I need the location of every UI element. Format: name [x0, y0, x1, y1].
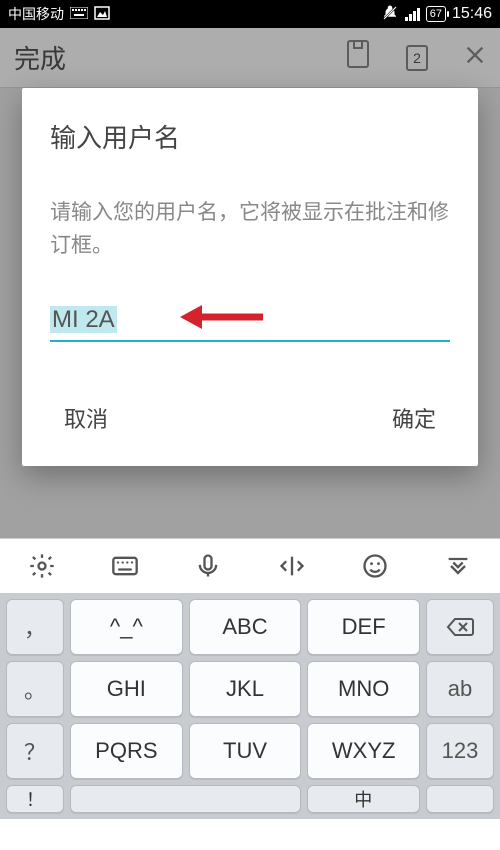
key-lang-zh[interactable]: 中: [307, 785, 420, 813]
dialog-description: 请输入您的用户名，它将被显示在批注和修订框。: [50, 197, 450, 262]
keyboard-switch-icon[interactable]: [98, 552, 152, 580]
soft-keyboard: ， ^_^ ABC DEF 。 GHI JKL MNO ab ？ PQRS TU…: [0, 538, 500, 850]
username-input[interactable]: MI 2A: [50, 302, 450, 342]
key-question[interactable]: ？: [6, 723, 64, 779]
key-ghi[interactable]: GHI: [70, 661, 183, 717]
clock: 15:46: [452, 5, 492, 23]
key-def[interactable]: DEF: [307, 599, 420, 655]
battery-indicator: 67: [426, 6, 446, 22]
settings-icon[interactable]: [15, 552, 69, 580]
input-selected-text: MI 2A: [50, 306, 117, 333]
ime-indicator-icon: [70, 6, 88, 22]
keyboard-toolbar: [0, 539, 500, 593]
key-exclaim[interactable]: ！: [6, 785, 64, 813]
key-tuv[interactable]: TUV: [189, 723, 302, 779]
collapse-keyboard-icon[interactable]: [431, 552, 485, 580]
cancel-button[interactable]: 取消: [58, 394, 114, 442]
voice-input-icon[interactable]: [181, 552, 235, 580]
signal-icon: [405, 7, 420, 21]
key-space-left[interactable]: [70, 785, 301, 813]
key-pqrs[interactable]: PQRS: [70, 723, 183, 779]
cursor-mode-icon[interactable]: [265, 552, 319, 580]
key-backspace[interactable]: [426, 599, 494, 655]
key-wxyz[interactable]: WXYZ: [307, 723, 420, 779]
key-mno[interactable]: MNO: [307, 661, 420, 717]
key-mode-ab[interactable]: ab: [426, 661, 494, 717]
mute-icon: [381, 4, 399, 25]
dialog-title: 输入用户名: [50, 118, 450, 155]
username-dialog: 输入用户名 请输入您的用户名，它将被显示在批注和修订框。 MI 2A 取消 确定: [22, 88, 478, 466]
key-period[interactable]: 。: [6, 661, 64, 717]
carrier-label: 中国移动: [8, 4, 64, 24]
emoji-icon[interactable]: [348, 552, 402, 580]
screenshot-icon: [94, 6, 110, 23]
android-status-bar: 中国移动 67 15:46: [0, 0, 500, 28]
key-comma[interactable]: ，: [6, 599, 64, 655]
key-123[interactable]: 123: [426, 723, 494, 779]
key-jkl[interactable]: JKL: [189, 661, 302, 717]
key-emoticon[interactable]: ^_^: [70, 599, 183, 655]
key-abc[interactable]: ABC: [189, 599, 302, 655]
confirm-button[interactable]: 确定: [386, 394, 442, 442]
key-enter[interactable]: [426, 785, 494, 813]
backspace-icon: [446, 617, 474, 637]
